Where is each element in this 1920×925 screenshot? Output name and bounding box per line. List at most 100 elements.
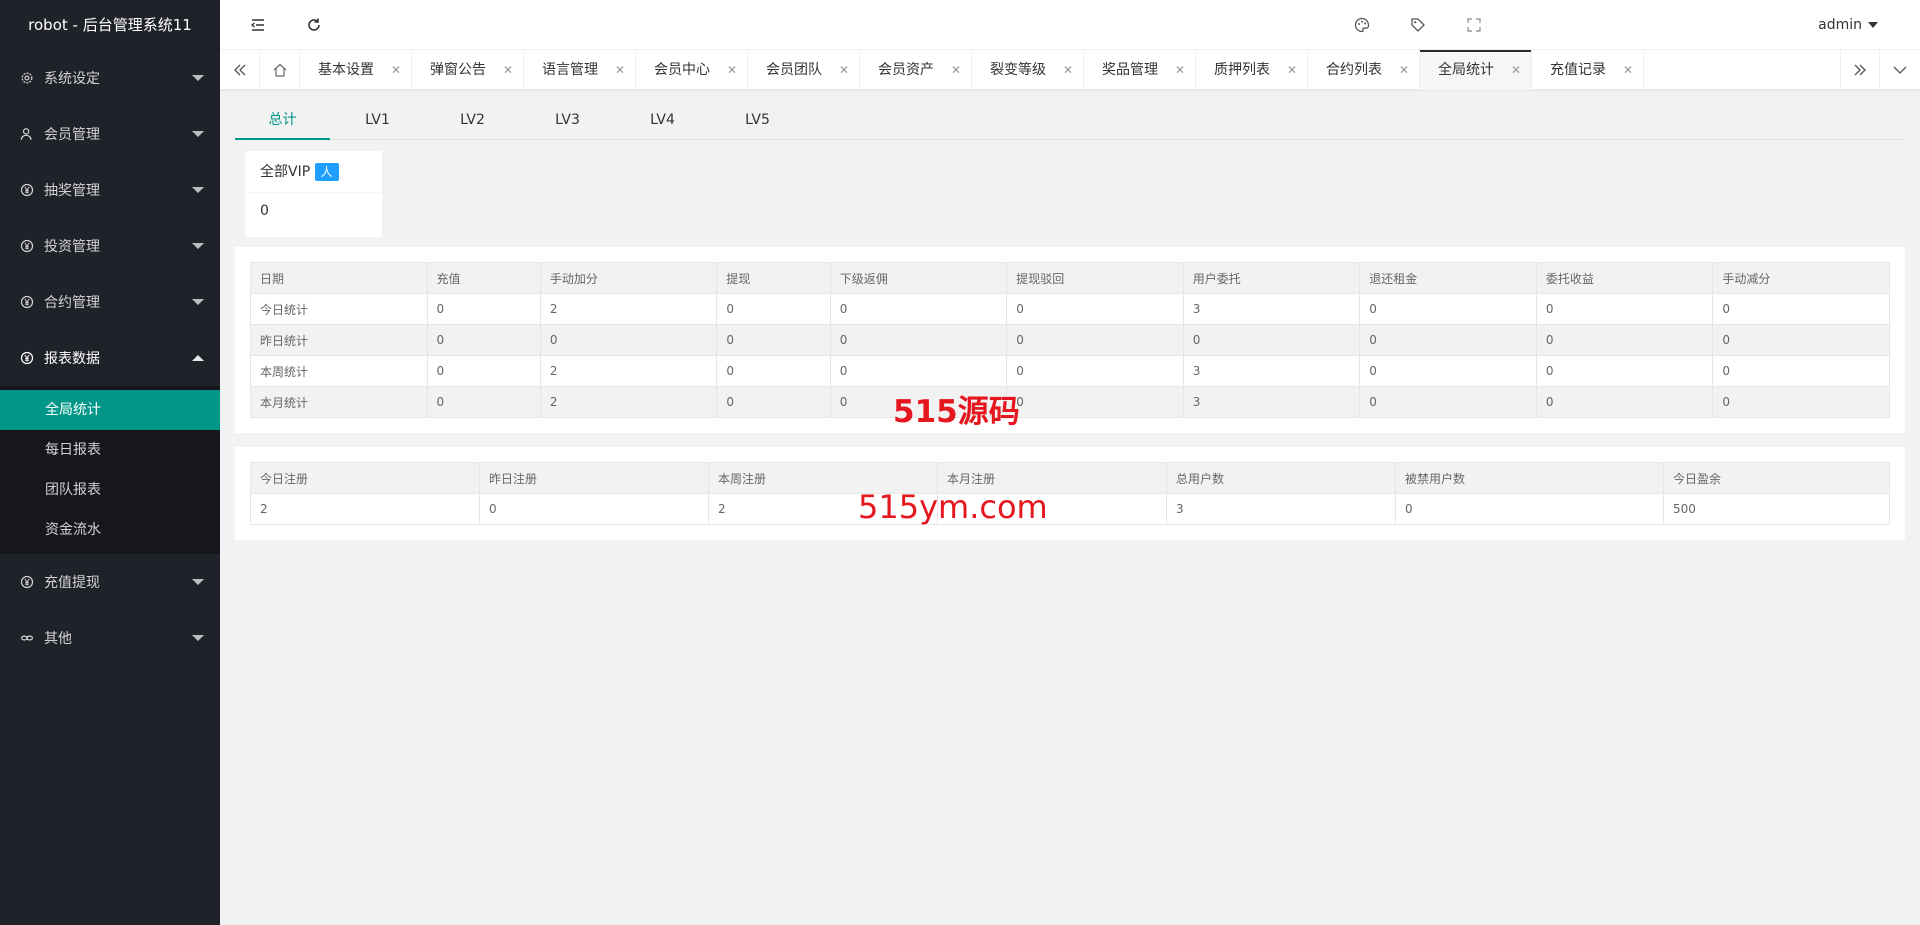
sidebar-item-other[interactable]: 其他 — [0, 610, 220, 666]
table-cell: 0 — [1006, 293, 1184, 325]
sidebar-item-contract[interactable]: 合约管理 — [0, 274, 220, 330]
table-cell: 0 — [426, 386, 541, 418]
table-cell: 0 — [426, 324, 541, 356]
page-tab[interactable]: 奖品管理 ✕ — [1084, 50, 1196, 90]
refresh-icon — [308, 18, 320, 31]
table-cell: 昨日统计 — [250, 324, 428, 356]
sidebar-item-label: 充值提现 — [44, 575, 100, 591]
sidebar-item-recharge-withdraw[interactable]: 充值提现 — [0, 554, 220, 610]
tab-lv3[interactable]: LV3 — [520, 104, 615, 139]
close-icon[interactable]: ✕ — [1399, 50, 1409, 90]
table-cell: 3 — [1166, 493, 1396, 525]
user-menu[interactable]: admin — [1818, 0, 1878, 50]
tabs-scroll-right-button[interactable] — [1840, 50, 1880, 90]
sidebar-item-reports[interactable]: 报表数据 — [0, 330, 220, 386]
close-icon[interactable]: ✕ — [615, 50, 625, 90]
close-icon[interactable]: ✕ — [503, 50, 513, 90]
sidebar-item-system-settings[interactable]: 系统设定 — [0, 50, 220, 106]
sidebar-subitem-global-stats[interactable]: 全局统计 — [0, 390, 220, 430]
nav-group-members: 会员管理 — [0, 106, 220, 162]
close-icon[interactable]: ✕ — [1511, 50, 1521, 90]
chevron-down-icon — [192, 243, 204, 249]
app-title: robot - 后台管理系统11 — [0, 0, 220, 50]
table-cell: 0 — [1535, 386, 1714, 418]
table-cell: 0 — [1359, 293, 1537, 325]
sidebar-subitem-team-report[interactable]: 团队报表 — [0, 470, 220, 510]
page-tab[interactable]: 裂变等级 ✕ — [972, 50, 1084, 90]
table-cell: 3 — [1182, 293, 1361, 325]
close-icon[interactable]: ✕ — [1063, 50, 1073, 90]
table-cell: 0 — [829, 355, 1008, 387]
close-icon[interactable]: ✕ — [391, 50, 401, 90]
table-row: 今日统计 0 2 0 0 0 3 0 0 0 — [250, 293, 1890, 325]
tab-lv1[interactable]: LV1 — [330, 104, 425, 139]
close-icon[interactable]: ✕ — [1175, 50, 1185, 90]
menu-collapse-icon — [250, 19, 264, 31]
link-icon — [20, 631, 34, 645]
user-name: admin — [1818, 17, 1862, 33]
table-header-cell: 今日盈余 — [1663, 462, 1890, 494]
tab-total[interactable]: 总计 — [235, 104, 330, 140]
table-cell: 0 — [829, 293, 1008, 325]
page-tab-label: 裂变等级 — [990, 62, 1046, 78]
page-tab[interactable]: 会员资产 ✕ — [860, 50, 972, 90]
page-tab-label: 充值记录 — [1550, 62, 1606, 78]
tab-lv2[interactable]: LV2 — [425, 104, 520, 139]
table-header-cell: 用户委托 — [1182, 262, 1361, 294]
user-icon — [20, 127, 34, 141]
nav-group-recharge: 充值提现 — [0, 554, 220, 610]
page-tab[interactable]: 全局统计 ✕ — [1420, 50, 1532, 90]
table-cell: 0 — [716, 324, 831, 356]
table-header-cell: 下级返佣 — [829, 262, 1008, 294]
chevron-down-icon — [192, 299, 204, 305]
sidebar-item-label: 其他 — [44, 631, 72, 647]
page-tab[interactable]: 弹窗公告 ✕ — [412, 50, 524, 90]
table-cell: 0 — [829, 386, 1008, 418]
sidebar-item-lottery[interactable]: 抽奖管理 — [0, 162, 220, 218]
stats-panel: 日期 充值 手动加分 提现 下级返佣 提现驳回 用户委托 退还租金 委托收益 手动减分 今日统计 0… — [235, 247, 1905, 433]
refresh-button[interactable] — [294, 0, 334, 50]
sidebar-item-investment[interactable]: 投资管理 — [0, 218, 220, 274]
page-tab[interactable]: 合约列表 ✕ — [1308, 50, 1420, 90]
nav-group-contract: 合约管理 — [0, 274, 220, 330]
page-tab[interactable]: 语言管理 ✕ — [524, 50, 636, 90]
home-tab[interactable] — [260, 50, 300, 90]
close-icon[interactable]: ✕ — [839, 50, 849, 90]
close-icon[interactable]: ✕ — [1287, 50, 1297, 90]
tag-button[interactable] — [1398, 0, 1438, 50]
page-tab[interactable]: 会员团队 ✕ — [748, 50, 860, 90]
table-cell: 2 — [539, 293, 718, 325]
close-icon[interactable]: ✕ — [727, 50, 737, 90]
menu-collapse-button[interactable] — [238, 0, 278, 50]
tabs-menu-button[interactable] — [1880, 50, 1920, 90]
table-row: 2 0 2 3 0 500 — [250, 493, 1890, 525]
theme-button[interactable] — [1342, 0, 1382, 50]
table-row: 本月统计 0 2 0 0 0 3 0 0 0 — [250, 386, 1890, 418]
close-icon[interactable]: ✕ — [1623, 50, 1633, 90]
home-icon — [273, 63, 286, 77]
tab-lv5[interactable]: LV5 — [710, 104, 805, 139]
yen-circle-icon — [20, 239, 34, 253]
page-tab[interactable]: 质押列表 ✕ — [1196, 50, 1308, 90]
vip-card-value: 0 — [260, 203, 269, 219]
page-tab[interactable]: 基本设置 ✕ — [300, 50, 412, 90]
table-cell: 500 — [1663, 493, 1890, 525]
tab-lv4[interactable]: LV4 — [615, 104, 710, 139]
table-header-cell: 提现 — [716, 262, 831, 294]
table-cell — [937, 493, 1167, 525]
page-tabs: 基本设置 ✕ 弹窗公告 ✕ 语言管理 ✕ 会员中心 ✕ 会员团队 ✕ 会员资产 ✕ 裂变等级 ✕ 奖品管理 ✕… — [300, 50, 1644, 90]
table-cell: 0 — [426, 355, 541, 387]
table-header-cell: 本周注册 — [708, 462, 938, 494]
page-tab[interactable]: 充值记录 ✕ — [1532, 50, 1644, 90]
close-icon[interactable]: ✕ — [951, 50, 961, 90]
sidebar-subitem-fund-flow[interactable]: 资金流水 — [0, 510, 220, 550]
fullscreen-button[interactable] — [1454, 0, 1494, 50]
nav-group-lottery: 抽奖管理 — [0, 162, 220, 218]
sidebar-item-members[interactable]: 会员管理 — [0, 106, 220, 162]
page-tab[interactable]: 会员中心 ✕ — [636, 50, 748, 90]
double-chevron-right-icon — [1854, 64, 1866, 76]
registration-table: 今日注册 昨日注册 本周注册 本月注册 总用户数 被禁用户数 今日盈余 2 0 2 3 0 500 — [250, 462, 1890, 525]
chevron-down-icon — [192, 187, 204, 193]
tabs-scroll-left-button[interactable] — [220, 50, 260, 90]
sidebar-subitem-daily-report[interactable]: 每日报表 — [0, 430, 220, 470]
